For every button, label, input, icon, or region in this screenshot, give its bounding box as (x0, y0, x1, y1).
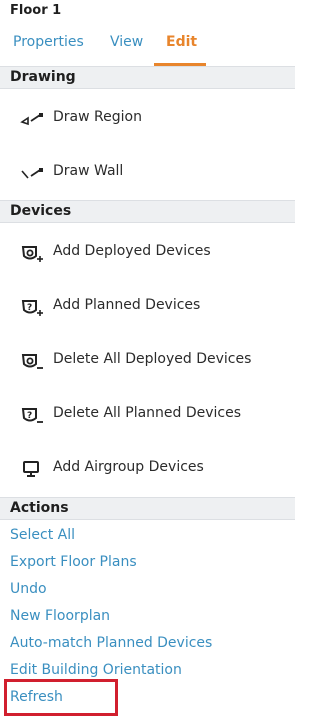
add-deployed-device-icon (18, 241, 46, 265)
svg-text:?: ? (27, 411, 32, 421)
add-planned-device-icon: ? (18, 295, 46, 319)
add-planned-devices-label: Add Planned Devices (53, 297, 201, 313)
section-header-devices: Devices (0, 200, 295, 223)
draw-region-button[interactable]: Draw Region (0, 104, 295, 134)
section-title-actions: Actions (10, 500, 69, 516)
select-all-link[interactable]: Select All (10, 527, 75, 543)
section-title-devices: Devices (10, 203, 72, 219)
panel-title: Floor 1 (10, 3, 62, 18)
draw-wall-label: Draw Wall (53, 163, 124, 179)
draw-wall-button[interactable]: Draw Wall (0, 158, 295, 188)
edit-building-orientation-link[interactable]: Edit Building Orientation (10, 662, 182, 678)
section-title-drawing: Drawing (10, 69, 76, 85)
tab-edit[interactable]: Edit (166, 34, 197, 50)
section-header-actions: Actions (0, 497, 295, 520)
delete-all-deployed-devices-button[interactable]: Delete All Deployed Devices (0, 346, 295, 376)
add-airgroup-devices-label: Add Airgroup Devices (53, 459, 204, 475)
draw-wall-icon (18, 161, 46, 185)
section-header-drawing: Drawing (0, 66, 295, 89)
tab-bar: Properties View Edit (0, 30, 295, 66)
new-floorplan-link[interactable]: New Floorplan (10, 608, 110, 624)
export-floor-plans-link[interactable]: Export Floor Plans (10, 554, 137, 570)
delete-all-planned-devices-button[interactable]: ? Delete All Planned Devices (0, 400, 295, 430)
auto-match-planned-devices-link[interactable]: Auto-match Planned Devices (10, 635, 212, 651)
refresh-highlight-box (4, 679, 118, 716)
draw-region-label: Draw Region (53, 109, 142, 125)
add-planned-devices-button[interactable]: ? Add Planned Devices (0, 292, 295, 322)
svg-text:?: ? (27, 303, 32, 313)
tab-view[interactable]: View (110, 34, 143, 50)
monitor-icon (18, 457, 46, 481)
add-deployed-devices-button[interactable]: Add Deployed Devices (0, 238, 295, 268)
delete-all-deployed-devices-label: Delete All Deployed Devices (53, 351, 252, 367)
tab-properties[interactable]: Properties (13, 34, 84, 50)
draw-region-icon (18, 107, 46, 131)
delete-deployed-device-icon (18, 349, 46, 373)
add-airgroup-devices-button[interactable]: Add Airgroup Devices (0, 454, 295, 484)
add-deployed-devices-label: Add Deployed Devices (53, 243, 211, 259)
delete-planned-device-icon: ? (18, 403, 46, 427)
delete-all-planned-devices-label: Delete All Planned Devices (53, 405, 242, 421)
undo-link[interactable]: Undo (10, 581, 47, 597)
